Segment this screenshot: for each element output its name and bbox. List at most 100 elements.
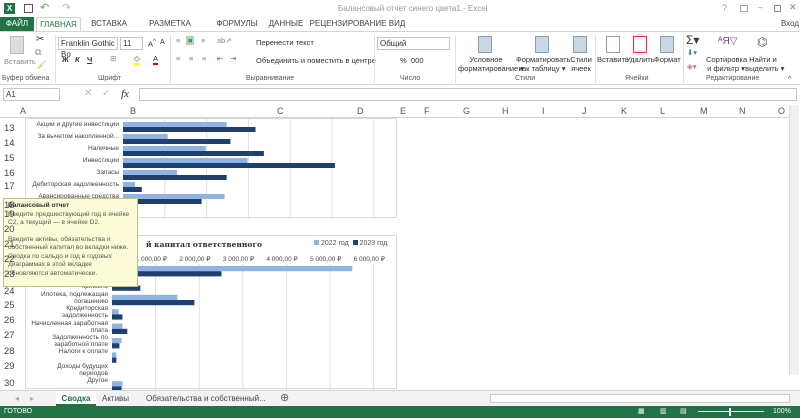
- column-header-E[interactable]: E: [400, 106, 406, 116]
- close-button[interactable]: ✕: [789, 2, 797, 13]
- fill-icon[interactable]: ⬇▾: [687, 48, 697, 57]
- tab-file[interactable]: ФАЙЛ: [0, 17, 34, 31]
- decrease-font-icon[interactable]: A: [160, 39, 165, 46]
- column-header-G[interactable]: G: [463, 106, 470, 116]
- row-header-14[interactable]: 14: [4, 138, 15, 149]
- borders-icon[interactable]: ⊞: [110, 54, 116, 63]
- row-header-15[interactable]: 15: [4, 153, 15, 164]
- align-left-icon[interactable]: ≡: [176, 54, 180, 63]
- row-header-25[interactable]: 25: [4, 300, 15, 311]
- tab-formulas[interactable]: ФОРМУЛЫ: [212, 17, 262, 31]
- tab-view[interactable]: ВИД: [386, 17, 408, 31]
- sign-in-link[interactable]: Вход: [780, 17, 800, 31]
- sheet-tab-summary[interactable]: Сводка: [56, 391, 96, 406]
- fill-color-icon[interactable]: ◇: [134, 54, 140, 65]
- column-header-D[interactable]: D: [357, 106, 364, 116]
- copy-icon[interactable]: ⧉: [35, 47, 41, 58]
- underline-button[interactable]: Ч: [87, 55, 92, 64]
- format-cells-button[interactable]: Формат: [654, 55, 681, 64]
- add-sheet-button[interactable]: ⊕: [280, 391, 289, 406]
- column-header-A[interactable]: A: [20, 106, 26, 116]
- row-header-22[interactable]: 22: [4, 254, 15, 265]
- normal-view-icon[interactable]: ▦: [638, 407, 645, 415]
- row-header-26[interactable]: 26: [4, 315, 15, 326]
- enter-icon[interactable]: ✓: [102, 88, 110, 99]
- zoom-slider[interactable]: [698, 411, 764, 412]
- column-header-C[interactable]: C: [277, 106, 284, 116]
- column-header-J[interactable]: J: [582, 106, 587, 116]
- column-header-B[interactable]: B: [130, 106, 136, 116]
- font-name-select[interactable]: Franklin Gothic Bo: [58, 37, 118, 59]
- column-header-O[interactable]: O: [778, 106, 785, 116]
- tab-review[interactable]: РЕЦЕНЗИРОВАНИЕ: [308, 17, 388, 31]
- column-header-F[interactable]: F: [424, 106, 430, 116]
- row-header-24[interactable]: 24: [4, 286, 15, 297]
- insert-cells-button[interactable]: Вставить: [597, 55, 629, 64]
- column-header-H[interactable]: H: [502, 106, 509, 116]
- row-header-19[interactable]: 19: [4, 209, 15, 220]
- column-header-I[interactable]: I: [542, 106, 545, 116]
- undo-icon[interactable]: ↶: [40, 1, 49, 14]
- name-box[interactable]: A1: [3, 88, 60, 101]
- wrap-text-button[interactable]: Перенести текст: [256, 38, 314, 47]
- tab-data[interactable]: ДАННЫЕ: [264, 17, 308, 31]
- tab-page-layout[interactable]: РАЗМЕТКА СТРАНИЦЫ: [130, 17, 210, 42]
- column-header-N[interactable]: N: [739, 106, 746, 116]
- insert-function-button[interactable]: fx: [121, 88, 129, 100]
- increase-font-icon[interactable]: A^: [148, 38, 156, 49]
- maximize-button[interactable]: [774, 5, 781, 12]
- align-middle-icon[interactable]: ≡: [186, 36, 195, 45]
- row-header-27[interactable]: 27: [4, 330, 15, 341]
- horizontal-scrollbar[interactable]: [490, 394, 790, 403]
- find-select-button[interactable]: Найти и выделить ▾: [745, 55, 784, 73]
- page-layout-view-icon[interactable]: ▥: [660, 407, 667, 415]
- align-center-icon[interactable]: ≡: [189, 54, 193, 63]
- paste-button[interactable]: Вставить: [4, 57, 36, 66]
- row-header-16[interactable]: 16: [4, 168, 15, 179]
- vertical-scrollbar[interactable]: [789, 105, 799, 375]
- collapse-ribbon-icon[interactable]: ^: [788, 74, 792, 83]
- tab-home[interactable]: ГЛАВНАЯ: [36, 17, 81, 32]
- row-header-28[interactable]: 28: [4, 346, 15, 357]
- zoom-level[interactable]: 100%: [773, 408, 791, 415]
- conditional-format-button[interactable]: Условное форматирование ▾: [458, 55, 524, 73]
- row-header-13[interactable]: 13: [4, 123, 15, 134]
- italic-button[interactable]: К: [75, 55, 80, 64]
- column-header-M[interactable]: M: [700, 106, 708, 116]
- font-size-select[interactable]: 11: [120, 37, 143, 50]
- tab-insert[interactable]: ВСТАВКА: [84, 17, 134, 31]
- row-header-21[interactable]: 21: [4, 239, 15, 250]
- zoom-thumb[interactable]: [729, 408, 731, 416]
- cancel-icon[interactable]: ✕: [84, 88, 92, 99]
- row-header-30[interactable]: 30: [4, 378, 15, 389]
- indent-decrease-icon[interactable]: ⇤: [217, 54, 223, 63]
- cell-styles-button[interactable]: Стили ячеек: [568, 55, 594, 73]
- align-top-icon[interactable]: ≡: [176, 36, 180, 45]
- save-icon[interactable]: [24, 4, 33, 13]
- page-break-view-icon[interactable]: ▤: [680, 407, 687, 415]
- percent-button[interactable]: %: [400, 56, 407, 65]
- sheet-tab-liabilities[interactable]: Обязательства и собственный...: [146, 391, 266, 406]
- merge-center-button[interactable]: Объединить и поместить в центре: [256, 56, 376, 65]
- align-right-icon[interactable]: ≡: [202, 54, 206, 63]
- row-header-23[interactable]: 23: [4, 269, 15, 280]
- row-header-29[interactable]: 29: [4, 361, 15, 372]
- sort-filter-button[interactable]: Сортировка и фильтр ▾: [706, 55, 747, 73]
- column-header-L[interactable]: L: [660, 106, 665, 116]
- row-header-17[interactable]: 17: [4, 181, 15, 192]
- row-header-20[interactable]: 20: [4, 224, 15, 235]
- font-color-icon[interactable]: A: [153, 54, 159, 65]
- paste-icon[interactable]: [10, 36, 24, 54]
- thousands-button[interactable]: 000: [411, 56, 424, 65]
- redo-icon[interactable]: ↷: [62, 1, 71, 14]
- bold-button[interactable]: Ж: [62, 55, 69, 64]
- delete-cells-button[interactable]: Удалить: [626, 55, 655, 64]
- help-button[interactable]: ?: [722, 3, 727, 13]
- minimize-button[interactable]: –: [758, 2, 763, 12]
- format-painter-icon[interactable]: 🖌: [37, 60, 47, 69]
- clear-icon[interactable]: ◈▾: [687, 62, 697, 71]
- autosum-icon[interactable]: Σ▾: [686, 33, 699, 47]
- indent-increase-icon[interactable]: ⇥: [230, 54, 236, 63]
- formula-input[interactable]: [139, 88, 797, 101]
- cut-icon[interactable]: ✂: [36, 34, 44, 45]
